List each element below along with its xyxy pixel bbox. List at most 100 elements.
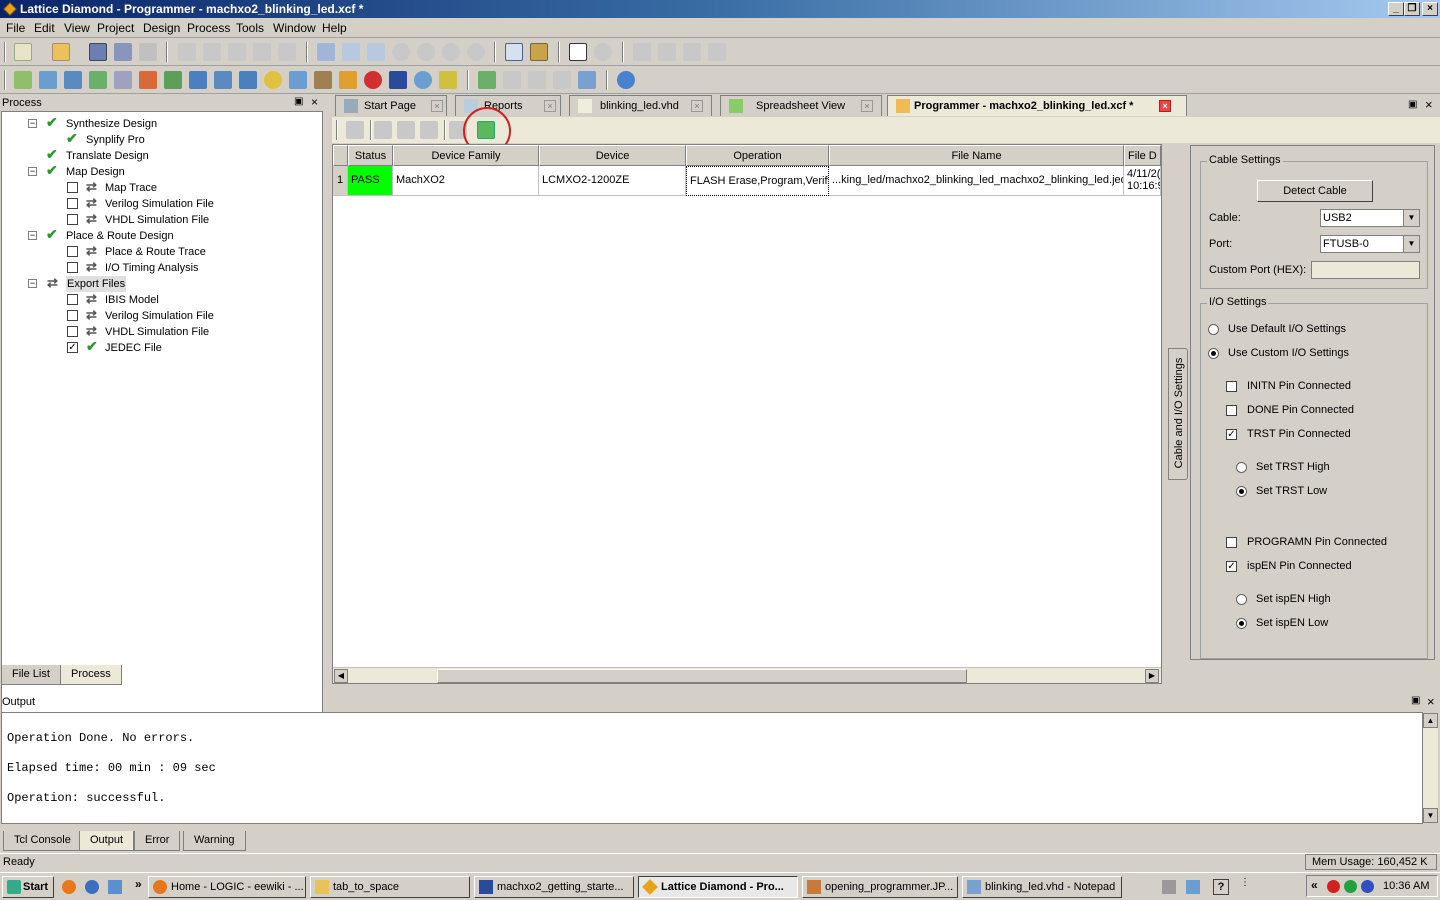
network-tray-icon[interactable] — [1344, 880, 1357, 893]
quicklaunch-more-icon[interactable]: » — [135, 877, 142, 891]
tab-file-list[interactable]: File List — [1, 665, 61, 685]
menu-design[interactable]: Design — [143, 21, 180, 35]
paste-icon[interactable] — [278, 43, 296, 61]
package-icon[interactable] — [114, 71, 132, 89]
firefox-icon[interactable] — [62, 880, 76, 894]
grid-header-device[interactable]: Device — [539, 145, 686, 166]
panel-close-icon[interactable]: × — [311, 95, 318, 109]
radio-use-default[interactable] — [1208, 324, 1219, 335]
layout-left-icon[interactable] — [478, 71, 496, 89]
checkbox[interactable] — [67, 246, 78, 257]
side-tab-cable-io[interactable]: Cable and I/O Settings — [1168, 348, 1188, 480]
tab-spreadsheet-view[interactable]: Spreadsheet View × — [720, 95, 882, 116]
radio-ispen-low[interactable] — [1236, 618, 1247, 629]
checkbox[interactable] — [67, 198, 78, 209]
menu-process[interactable]: Process — [187, 21, 230, 35]
hdl-icon[interactable] — [389, 71, 407, 89]
checkbox-done[interactable] — [1226, 405, 1237, 416]
desktop-icon[interactable] — [108, 880, 122, 894]
rerun-icon[interactable] — [658, 43, 676, 61]
task-getting-started[interactable]: machxo2_getting_starte... — [474, 876, 634, 898]
stop-icon[interactable] — [708, 43, 726, 61]
display-tray-icon[interactable] — [1186, 880, 1200, 894]
doc-close-icon[interactable]: × — [1425, 97, 1433, 112]
grid-header-filedate[interactable]: File D — [1124, 145, 1161, 166]
start-button[interactable]: Start — [2, 876, 54, 898]
panel-float-icon[interactable]: ▣ — [294, 96, 303, 107]
replace-icon[interactable] — [367, 43, 385, 61]
open-folder-icon[interactable] — [52, 43, 70, 61]
doc-float-icon[interactable]: ▣ — [1408, 99, 1417, 110]
ip-express-icon[interactable] — [14, 71, 32, 89]
layout-split-icon[interactable] — [503, 71, 521, 89]
tools-tray-icon[interactable] — [1162, 880, 1176, 894]
filename-cell[interactable]: ...king_led/machxo2_blinking_led_machxo2… — [829, 166, 1124, 196]
network-icon[interactable] — [569, 43, 587, 61]
family-cell[interactable]: MachXO2 — [393, 166, 539, 196]
menu-help[interactable]: Help — [322, 21, 347, 35]
scroll-down-icon[interactable]: ▼ — [1423, 808, 1438, 823]
tab-programmer[interactable]: Programmer - machxo2_blinking_led.xcf * … — [887, 95, 1187, 116]
save-all-icon[interactable] — [114, 43, 132, 61]
zoom-area-icon[interactable] — [467, 43, 485, 61]
play-icon[interactable] — [633, 43, 651, 61]
zoom-out-icon[interactable] — [417, 43, 435, 61]
task-tab-to-space[interactable]: tab_to_space — [310, 876, 470, 898]
tab-start-page[interactable]: Start Page × — [335, 95, 447, 116]
task-lattice-diamond[interactable]: Lattice Diamond - Pro... — [638, 876, 798, 898]
task-opening-programmer[interactable]: opening_programmer.JP... — [802, 876, 958, 898]
delete-device-icon[interactable] — [397, 121, 415, 139]
add-device-icon[interactable] — [374, 121, 392, 139]
copy-icon[interactable] — [253, 43, 271, 61]
tab-tcl-console[interactable]: Tcl Console — [3, 831, 82, 851]
web-help-icon[interactable] — [617, 71, 635, 89]
chip-icon[interactable] — [64, 71, 82, 89]
device-properties-icon[interactable] — [420, 121, 438, 139]
output-float-icon[interactable]: ▣ — [1411, 695, 1420, 706]
menu-project[interactable]: Project — [97, 21, 134, 35]
custom-port-input[interactable] — [1311, 261, 1420, 279]
simulation-icon[interactable] — [414, 71, 432, 89]
reveal-icon[interactable] — [189, 71, 207, 89]
checkbox-ispen[interactable]: ✓ — [1226, 561, 1237, 572]
media-player-icon[interactable] — [85, 880, 99, 894]
output-close-icon[interactable]: × — [1427, 694, 1435, 709]
tab-error[interactable]: Error — [134, 831, 181, 851]
scroll-thumb[interactable] — [437, 669, 967, 683]
radio-use-custom[interactable] — [1208, 348, 1219, 359]
status-pass-cell[interactable]: PASS — [348, 166, 393, 196]
rerun-all-icon[interactable] — [683, 43, 701, 61]
security-tray-icon[interactable] — [1361, 880, 1374, 893]
timing-icon[interactable] — [139, 71, 157, 89]
checkbox[interactable] — [67, 182, 78, 193]
menu-window[interactable]: Window — [273, 21, 316, 35]
wand-icon[interactable] — [439, 71, 457, 89]
scroll-right-icon[interactable]: ▶ — [1145, 669, 1159, 683]
grid-header-operation[interactable]: Operation — [686, 145, 829, 166]
checkbox[interactable] — [67, 310, 78, 321]
tab-blinking-led-vhd[interactable]: blinking_led.vhd × — [569, 95, 712, 116]
antivirus-icon[interactable] — [1327, 880, 1340, 893]
checkbox-initn[interactable] — [1226, 381, 1237, 392]
menu-edit[interactable]: Edit — [34, 21, 55, 35]
new-file-icon[interactable] — [14, 43, 32, 61]
minimize-button[interactable]: _ — [1388, 2, 1404, 16]
checklist-icon[interactable] — [505, 43, 523, 61]
verify-icon[interactable] — [594, 43, 612, 61]
radio-trst-high[interactable] — [1236, 462, 1247, 473]
grid-header-family[interactable]: Device Family — [393, 145, 539, 166]
list-icon[interactable] — [342, 43, 360, 61]
undo-icon[interactable] — [178, 43, 196, 61]
checkbox[interactable] — [67, 262, 78, 273]
grid-header-status[interactable]: Status — [348, 145, 393, 166]
power-icon[interactable] — [164, 71, 182, 89]
port-select[interactable]: FTUSB-0 ▼ — [1320, 235, 1420, 253]
close-button[interactable]: × — [1422, 2, 1438, 16]
checkbox-checked[interactable]: ✓ — [67, 342, 78, 353]
grid-header-filename[interactable]: File Name — [829, 145, 1124, 166]
zoom-in-icon[interactable] — [392, 43, 410, 61]
checkbox[interactable] — [67, 294, 78, 305]
programmer-tool-icon[interactable] — [339, 71, 357, 89]
horizontal-scrollbar[interactable]: ◀ ▶ — [333, 667, 1161, 683]
output-text-area[interactable]: Operation Done. No errors. Elapsed time:… — [1, 712, 1423, 824]
